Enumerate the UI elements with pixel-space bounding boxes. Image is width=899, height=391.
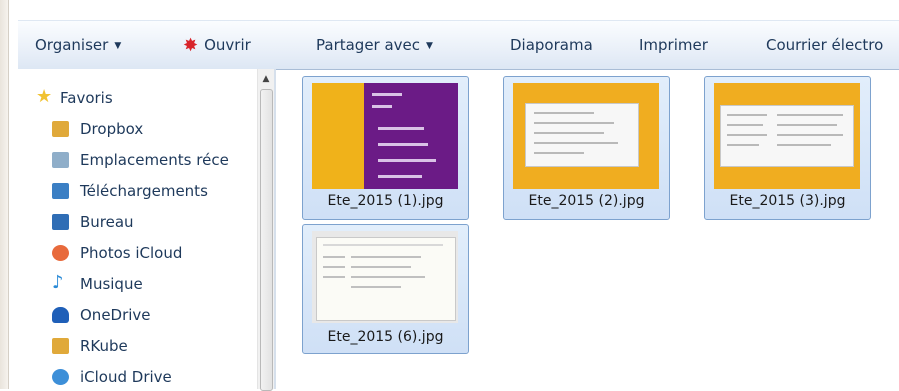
nav-item-desktop[interactable]: Bureau [18, 209, 253, 235]
folder-icon [52, 338, 69, 354]
organise-label: Organiser [35, 36, 109, 54]
nav-item-label: Emplacements réce [80, 151, 229, 169]
command-toolbar: Organiser ▼ ✸ Ouvrir Partager avec ▼ Diapor… [18, 20, 899, 70]
nav-item-onedrive[interactable]: OneDrive [18, 302, 253, 328]
slideshow-button[interactable]: Diaporama [510, 21, 593, 69]
email-button[interactable]: Courrier électro [766, 21, 883, 69]
open-with-icon: ✸ [183, 35, 199, 56]
scroll-up-arrow-icon[interactable]: ▲ [258, 72, 274, 86]
nav-item-label: Dropbox [80, 120, 144, 138]
email-label: Courrier électro [766, 36, 884, 54]
scroll-thumb[interactable] [260, 89, 273, 391]
file-tile[interactable]: Ete_2015 (2).jpg [503, 76, 670, 220]
downloads-icon [52, 183, 69, 199]
nav-item-music[interactable]: ♪ Musique [18, 271, 253, 297]
folder-icon [52, 121, 69, 137]
icloud-icon [52, 369, 69, 385]
file-tile[interactable]: Ete_2015 (3).jpg [704, 76, 871, 220]
photos-icon [52, 245, 69, 261]
file-name: Ete_2015 (3).jpg [729, 193, 846, 209]
image-thumbnail [513, 83, 659, 189]
nav-item-label: iCloud Drive [80, 368, 172, 386]
slideshow-label: Diaporama [510, 36, 593, 54]
file-tile[interactable]: Ete_2015 (1).jpg [302, 76, 469, 220]
music-icon: ♪ [52, 272, 64, 293]
navigation-pane: ★ Favoris Dropbox Emplacements réce Télé… [18, 69, 274, 391]
image-thumbnail [714, 83, 860, 189]
star-icon: ★ [36, 86, 53, 107]
nav-item-rkube[interactable]: RKube [18, 333, 253, 359]
share-with-menu-button[interactable]: Partager avec ▼ [316, 21, 433, 69]
nav-item-label: Musique [80, 275, 143, 293]
onedrive-icon [52, 307, 69, 323]
chevron-down-icon: ▼ [114, 41, 122, 51]
nav-item-label: RKube [80, 337, 128, 355]
pane-divider[interactable] [274, 69, 276, 389]
nav-item-icloud-photos[interactable]: Photos iCloud [18, 240, 253, 266]
image-thumbnail [312, 231, 458, 323]
recent-places-icon [52, 152, 69, 168]
open-button[interactable]: ✸ Ouvrir [183, 21, 251, 69]
nav-item-dropbox[interactable]: Dropbox [18, 116, 253, 142]
print-button[interactable]: Imprimer [639, 21, 708, 69]
print-label: Imprimer [639, 36, 708, 54]
window-edge [0, 0, 9, 389]
organise-menu-button[interactable]: Organiser ▼ [35, 21, 121, 69]
image-thumbnail [312, 83, 458, 189]
nav-item-favoris[interactable]: ★ Favoris [18, 85, 253, 111]
file-tile[interactable]: Ete_2015 (6).jpg [302, 224, 469, 354]
nav-item-downloads[interactable]: Téléchargements [18, 178, 253, 204]
file-name: Ete_2015 (6).jpg [327, 329, 444, 345]
file-name: Ete_2015 (2).jpg [528, 193, 645, 209]
chevron-down-icon: ▼ [426, 41, 433, 51]
nav-item-label: Téléchargements [80, 182, 208, 200]
nav-item-recent-places[interactable]: Emplacements réce [18, 147, 253, 173]
open-label: Ouvrir [204, 36, 251, 54]
nav-item-label: Photos iCloud [80, 244, 183, 262]
file-name: Ete_2015 (1).jpg [327, 193, 444, 209]
nav-scrollbar[interactable]: ▲ [257, 69, 274, 391]
desktop-icon [52, 214, 69, 230]
nav-item-icloud-drive[interactable]: iCloud Drive [18, 364, 253, 390]
nav-item-label: Favoris [60, 89, 113, 107]
nav-item-label: OneDrive [80, 306, 151, 324]
share-with-label: Partager avec [316, 36, 421, 54]
nav-item-label: Bureau [80, 213, 134, 231]
